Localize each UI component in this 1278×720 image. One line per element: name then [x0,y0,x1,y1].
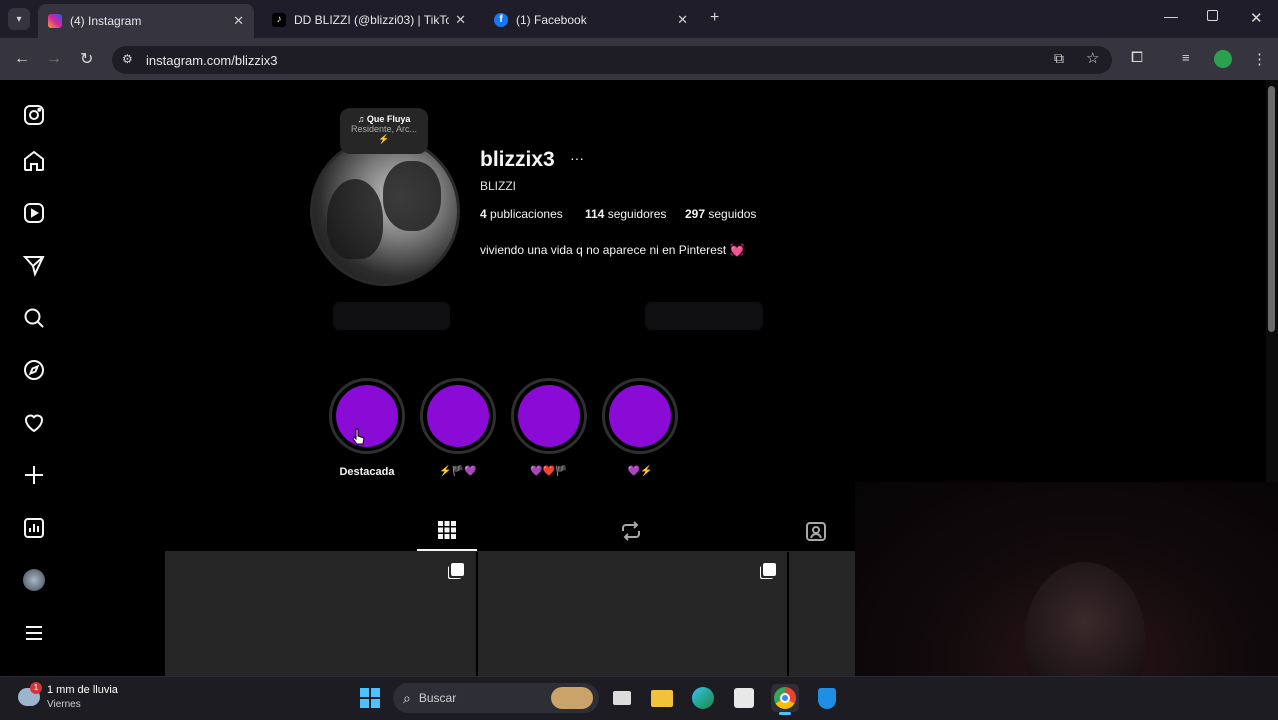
carousel-icon [763,563,776,576]
install-app-icon[interactable]: ⧉ [1054,50,1064,67]
tab-tiktok[interactable]: ♪ DD BLIZZI (@blizzi03) | TikTok ✕ [262,5,476,35]
search-highlight-icon [551,687,593,709]
instagram-icon [48,14,62,28]
media-control-icon[interactable]: ≡ [1182,50,1190,65]
profile-username: blizzix3 [480,148,555,171]
posts-grid-tab-icon[interactable] [435,518,459,542]
instagram-logo-icon[interactable] [20,101,48,129]
posts-count: 4 publicaciones [480,207,563,221]
heart-icon[interactable] [20,409,48,437]
task-view-icon[interactable] [608,684,636,712]
site-info-icon[interactable]: ⚙ [122,52,133,66]
edge-icon[interactable] [689,684,717,712]
tab-instagram[interactable]: (4) Instagram ✕ [38,4,254,38]
scrollbar-thumb[interactable] [1268,86,1275,332]
restore-icon[interactable] [1207,10,1218,21]
profile-avatar-icon[interactable] [1214,50,1232,68]
browser-menu-icon[interactable]: ⋮ [1252,50,1267,68]
post-thumbnail[interactable] [165,552,476,676]
defender-icon[interactable] [813,684,841,712]
facebook-icon: f [494,13,508,27]
highlight-3[interactable] [511,378,587,454]
profile-avatar[interactable] [20,566,48,594]
tab-facebook[interactable]: f (1) Facebook ✕ [484,5,698,35]
menu-icon[interactable] [20,619,48,647]
profile-full-name: BLIZZI [480,179,517,193]
carousel-icon [451,563,464,576]
weather-subtitle: Viernes [47,699,81,710]
store-icon[interactable] [730,684,758,712]
reload-icon[interactable]: ↻ [80,49,93,69]
more-options-icon[interactable]: ··· [570,150,584,166]
file-explorer-icon[interactable] [648,684,676,712]
tagged-tab-icon[interactable] [804,519,828,543]
tab-search-chevron-icon[interactable]: ▾ [8,8,30,30]
send-icon[interactable] [20,251,48,279]
loading-placeholder [333,302,450,330]
highlight-label: 💜❤️🏴 [530,466,568,477]
chrome-icon[interactable] [771,684,799,712]
explore-icon[interactable] [20,356,48,384]
reposts-tab-icon[interactable] [619,519,643,543]
windows-start-icon[interactable] [356,684,384,712]
weather-badge: 1 [30,682,42,694]
windows-taskbar [0,676,1278,720]
weather-title[interactable]: 1 mm de lluvia [47,684,118,696]
highlight-label: 💜⚡ [627,466,653,477]
reels-icon[interactable] [20,199,48,227]
minimize-icon[interactable]: — [1164,8,1178,24]
highlight-4[interactable] [602,378,678,454]
highlight-label: ⚡🏴💜 [439,466,477,477]
url-text: instagram.com/blizzix3 [146,52,278,68]
highlight-2[interactable] [420,378,496,454]
tiktok-icon: ♪ [272,13,286,27]
close-window-icon[interactable]: ✕ [1250,9,1263,27]
post-thumbnail[interactable] [478,552,787,676]
profile-bio: viviendo una vida q no aparece ni en Pin… [480,243,745,257]
profile-picture[interactable] [310,136,460,286]
followers-count[interactable]: 114 seguidores [585,207,666,221]
music-icon: ♫ [357,114,367,124]
dashboard-icon[interactable] [20,514,48,542]
extensions-icon[interactable]: ⧠ [1131,49,1143,66]
post-thumbnail[interactable] [789,552,855,676]
loading-placeholder [645,302,763,330]
mouse-cursor [352,428,366,451]
address-bar[interactable]: instagram.com/blizzix3 [112,46,1112,74]
following-count[interactable]: 297 seguidos [685,207,756,221]
bookmark-star-icon[interactable]: ☆ [1086,49,1099,67]
highlight-label: Destacada [339,466,395,478]
forward-icon[interactable]: → [46,50,62,68]
close-tab-icon[interactable]: ✕ [233,13,244,29]
new-tab-icon[interactable]: + [710,9,719,27]
profile-note[interactable]: ♫ Que Fluya Residente, Arc... ⚡ [340,108,428,154]
back-icon[interactable]: ← [14,50,30,68]
browser-tab-bar: ▾ (4) Instagram ✕ ♪ DD BLIZZI (@blizzi03… [0,0,1278,38]
highlight-1[interactable] [329,378,405,454]
create-icon[interactable] [20,461,48,489]
search-icon: ⌕ [403,689,411,706]
search-icon[interactable] [20,304,48,332]
close-tab-icon[interactable]: ✕ [455,12,466,28]
home-icon[interactable] [20,147,48,175]
taskbar-search-box[interactable]: ⌕ Buscar [393,683,599,713]
active-app-indicator [779,712,791,715]
close-tab-icon[interactable]: ✕ [677,12,688,28]
